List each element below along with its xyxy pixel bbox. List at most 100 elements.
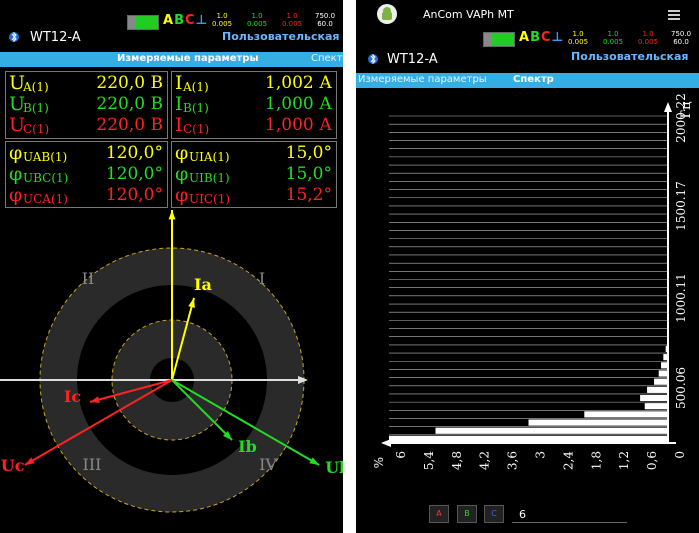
measurement-symbol: φ [175, 163, 189, 185]
app-icon [377, 4, 397, 24]
tab-bar: Измеряемые параметры Спектр [356, 73, 699, 88]
app-title: AnCom VAPh MT [423, 8, 514, 21]
phase-a-label: A [519, 30, 531, 45]
vector-label: Ia [194, 275, 212, 294]
measurement-value: 120,0° [105, 164, 163, 184]
mini-readout-b: 1.0 0.005 [247, 12, 268, 28]
measurement-subscript: C(1) [183, 122, 210, 136]
measurement-subscript: C(1) [23, 122, 50, 136]
phase-a-button-label: A [436, 509, 442, 518]
measurement-row: φ UBC(1) 120,0° [9, 163, 163, 186]
bar-axis-unit: % [372, 457, 386, 468]
measurement-subscript: UIC(1) [189, 192, 231, 206]
freq-tick: 1000.11 [674, 273, 688, 323]
spectrum-bar [658, 370, 668, 377]
ground-label: ⊥ [551, 30, 565, 45]
measurement-row: I A(1) 1,002 А [175, 72, 332, 95]
measurement-row: U A(1) 220,0 В [9, 72, 163, 95]
bar-axis-tick: 2,4 [561, 451, 575, 470]
measurement-subscript: A(1) [23, 80, 49, 94]
y-axis-arrow [664, 102, 672, 112]
quadrant-label: I [259, 269, 265, 288]
freq-tick: 500.06 [674, 367, 688, 409]
vector-label: Uc [1, 456, 25, 475]
phase-b-label: B [530, 30, 541, 45]
spectrum-bar [435, 427, 668, 434]
measurement-subscript: A(1) [183, 80, 209, 94]
bar-axis-tick: 3,6 [506, 451, 520, 470]
measurement-subscript: B(1) [183, 101, 209, 115]
phase-b-button[interactable]: B [457, 505, 477, 523]
bar-axis-tick: 1,8 [589, 451, 603, 470]
measurement-value: 220,0 В [96, 73, 163, 93]
measurement-value: 1,000 А [265, 115, 332, 135]
spectrum-bar [584, 411, 668, 418]
measurement-value: 15,0° [285, 164, 332, 184]
measurement-value: 120,0° [105, 185, 163, 205]
vector-label: Ub [325, 458, 343, 477]
measurement-row: φ UCA(1) 120,0° [9, 184, 163, 207]
bluetooth-icon [368, 53, 378, 65]
right-screen: AnCom VAPh MT ABC⊥ 1.0 0.005 1.0 0.005 1.0… [356, 0, 699, 533]
phase-c-label: C [540, 30, 552, 45]
spectrum-chart: 6 5,4 4,8 4,2 3,6 3 2,4 1,8 1,2 0,6 0% 500.06 1000.1… [372, 93, 694, 470]
mini-readout-a: 1.0 0.005 [568, 30, 589, 46]
bar-axis-tick: 5,4 [422, 451, 436, 470]
measurement-row: U B(1) 220,0 В [9, 93, 163, 116]
tab-bar: Измеряемые параметры Спектр [0, 52, 343, 67]
tab-measured-params[interactable]: Измеряемые параметры [117, 53, 259, 64]
current-box: I A(1) 1,002 А I B(1) 1,000 А I C(1) 1,000 А [171, 71, 337, 139]
measurement-symbol: φ [9, 184, 23, 206]
phase-c-button-label: C [491, 509, 497, 518]
voltage-box: U A(1) 220,0 В U B(1) 220,0 В U C(1) 220,0 В [5, 71, 168, 139]
phase-indicator: ABC⊥ [163, 13, 208, 28]
phase-b-button-label: B [464, 509, 470, 518]
measurement-subscript: UBC(1) [23, 171, 69, 185]
measurement-symbol: I [175, 93, 183, 115]
mode-label[interactable]: Пользовательская [222, 30, 339, 43]
freq-axis-unit: Гц [679, 102, 694, 119]
measurement-row: I B(1) 1,000 А [175, 93, 332, 116]
bar-axis-tick: 6 [394, 451, 408, 459]
mini-readout-a: 1.0 0.005 [212, 12, 233, 28]
phase-indicator: ABC⊥ [519, 30, 564, 45]
phase-a-label: A [163, 13, 175, 28]
status-bar: ABC⊥ 1.0 0.005 1.0 0.005 1.0 0.005 750.0 60.… [356, 28, 699, 52]
spectrum-bar [647, 386, 668, 393]
measurement-value: 15,2° [285, 185, 332, 205]
phase-c-button[interactable]: C [484, 505, 504, 523]
measurement-row: φ UIC(1) 15,2° [175, 184, 332, 207]
measurement-symbol: φ [9, 163, 23, 185]
left-screen: ABC⊥ 1.0 0.005 1.0 0.005 1.0 0.005 750.0 60.… [0, 0, 343, 533]
phase-b-label: B [174, 13, 185, 28]
phase-a-button[interactable]: A [429, 505, 449, 523]
spectrum-bar [389, 435, 668, 442]
measurement-subscript: UIA(1) [189, 150, 230, 164]
device-name: WT12-A [30, 30, 81, 45]
bar-axis-tick: 3 [534, 451, 548, 459]
phase-c-label: C [184, 13, 196, 28]
measurement-value: 1,002 А [265, 73, 332, 93]
harmonic-count-input[interactable] [512, 507, 627, 523]
mini-readout-c: 1.0 0.005 [638, 30, 659, 46]
measurement-value: 220,0 В [96, 94, 163, 114]
vector-arrowhead [309, 457, 320, 465]
measurement-row: φ UIA(1) 15,0° [175, 142, 332, 165]
measurement-row: φ UIB(1) 15,0° [175, 163, 332, 186]
tab-spectrum[interactable]: Спектр [513, 74, 554, 85]
measurement-row: U C(1) 220,0 В [9, 114, 163, 137]
measurement-symbol: I [175, 72, 183, 94]
spectrum-bar [661, 362, 668, 369]
bluetooth-icon [9, 31, 19, 43]
tab-measured-params[interactable]: Измеряемые параметры [358, 74, 487, 85]
menu-icon[interactable] [668, 9, 680, 21]
device-row: WT12-A Пользовательская [0, 28, 343, 48]
tab-spectrum[interactable]: Спектр [311, 53, 343, 64]
bar-axis-tick: 0,6 [645, 451, 659, 470]
vector-label: Ic [64, 387, 81, 406]
spectrum-bar [654, 378, 668, 385]
mini-readout-b: 1.0 0.005 [603, 30, 624, 46]
mode-label[interactable]: Пользовательская [571, 50, 688, 63]
measurement-subscript: UAB(1) [23, 150, 68, 164]
vector-arrowhead [24, 457, 35, 465]
